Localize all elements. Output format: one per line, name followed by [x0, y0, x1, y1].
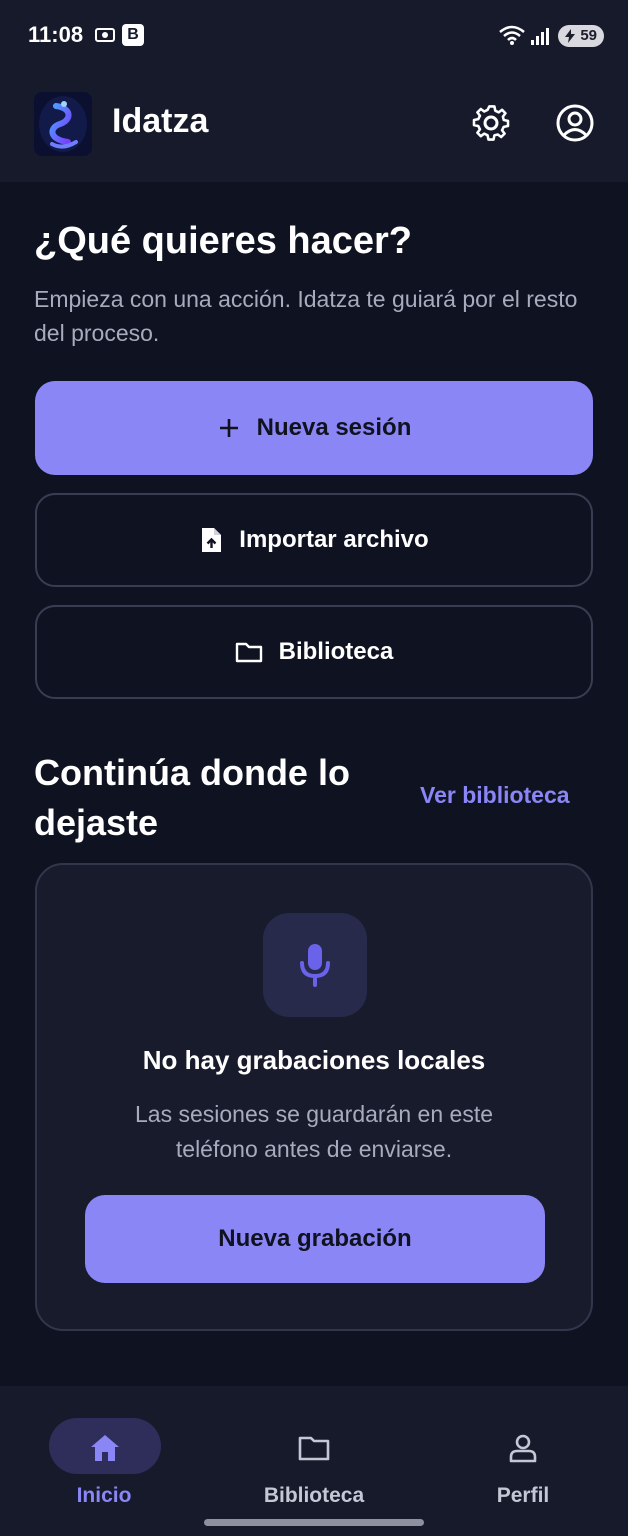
see-library-link[interactable]: Ver biblioteca — [420, 782, 570, 809]
battery-indicator: 59 — [558, 25, 604, 47]
nav-item-profile[interactable]: Perfil — [443, 1402, 603, 1512]
app-logo — [34, 92, 92, 156]
nav-label-profile: Perfil — [496, 1484, 550, 1507]
screen-record-icon — [95, 28, 115, 42]
gear-icon — [472, 105, 510, 141]
bottom-navigation: Inicio Biblioteca Perfil — [0, 1386, 628, 1536]
import-file-button[interactable]: Importar archivo — [35, 493, 593, 587]
file-upload-icon — [202, 528, 222, 552]
new-session-button[interactable]: Nueva sesión — [35, 381, 593, 475]
import-file-label: Importar archivo — [239, 526, 429, 553]
page-heading: ¿Qué quieres hacer? — [34, 220, 413, 262]
empty-state-title: No hay grabaciones locales — [142, 1045, 486, 1075]
new-recording-label: Nueva grabación — [218, 1225, 412, 1252]
microphone-icon — [300, 944, 330, 987]
account-circle-icon — [556, 104, 594, 142]
home-icon — [91, 1435, 119, 1461]
settings-button[interactable] — [468, 100, 514, 146]
nav-label-library: Biblioteca — [263, 1484, 365, 1507]
charging-icon — [565, 29, 575, 43]
person-icon — [509, 1434, 537, 1463]
empty-state-text: Las sesiones se guardarán en este teléfo… — [134, 1101, 494, 1162]
empty-state-card: No hay grabaciones locales Las sesiones … — [35, 863, 593, 1331]
status-bar: 11:08 B 59 — [0, 0, 628, 72]
account-button[interactable] — [552, 100, 598, 146]
new-session-label: Nueva sesión — [256, 414, 412, 441]
wifi-icon — [499, 25, 525, 45]
status-time: 11:08 — [28, 22, 84, 47]
page-subtitle: Empieza con una acción. Idatza te guiará… — [34, 286, 578, 346]
mic-tile — [263, 913, 367, 1017]
library-label: Biblioteca — [278, 638, 394, 665]
nav-item-library[interactable]: Biblioteca — [234, 1402, 394, 1512]
signal-icon — [531, 28, 549, 45]
new-recording-button[interactable]: Nueva grabación — [85, 1195, 545, 1283]
nav-label-home: Inicio — [76, 1484, 132, 1507]
nav-item-home[interactable]: Inicio — [24, 1402, 184, 1512]
folder-icon — [298, 1436, 330, 1461]
b-app-icon: B — [122, 24, 144, 46]
library-button[interactable]: Biblioteca — [35, 605, 593, 699]
gesture-handle[interactable] — [204, 1519, 424, 1526]
folder-icon — [235, 642, 262, 663]
recent-section-title: Continúa donde lo dejaste — [34, 752, 350, 843]
plus-icon — [219, 419, 238, 437]
logo-mark-icon — [39, 96, 87, 152]
battery-level: 59 — [580, 27, 597, 44]
app-bar: Idatza — [0, 72, 628, 182]
app-title: Idatza — [112, 102, 209, 140]
